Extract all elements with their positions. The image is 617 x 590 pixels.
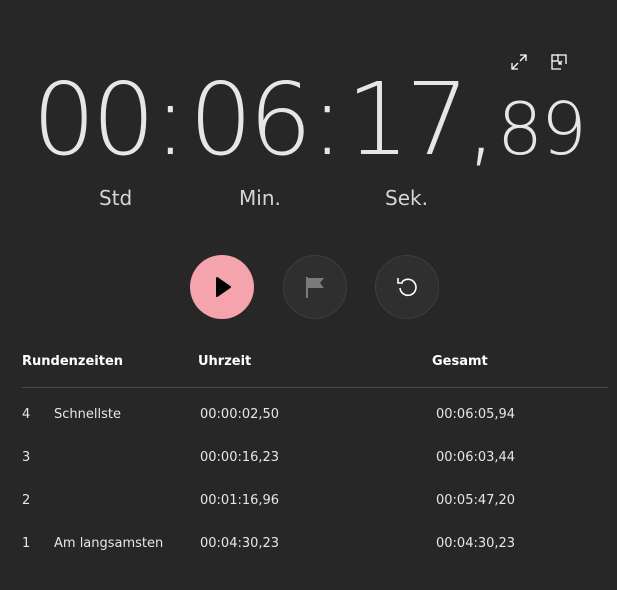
unit-labels: Std Min. Sek.: [0, 186, 617, 212]
expand-icon[interactable]: [509, 52, 529, 72]
lap-total: 00:06:03,44: [436, 450, 516, 465]
hours-value: 00: [32, 61, 155, 178]
time-separator: :: [310, 61, 345, 178]
table-row: 2 00:01:16,96 00:05:47,20: [22, 479, 608, 522]
lap-number: 2: [22, 493, 31, 508]
laps-table: Rundenzeiten Uhrzeit Gesamt 4 Schnellste…: [22, 345, 608, 565]
table-row: 4 Schnellste 00:00:02,50 00:06:05,94: [22, 393, 608, 436]
seconds-value: 17: [346, 61, 469, 178]
stopwatch-display: 00 : 06 : 17 , 89: [0, 70, 617, 170]
lap-number: 1: [22, 536, 31, 551]
lap-total: 00:05:47,20: [436, 493, 516, 508]
laps-column-header: Rundenzeiten: [22, 354, 124, 369]
lap-button[interactable]: [283, 255, 347, 319]
hundredths-value: 89: [497, 87, 587, 171]
lap-tag: Am langsamsten: [54, 536, 164, 551]
reset-button[interactable]: [375, 255, 439, 319]
decimal-separator: ,: [465, 61, 498, 178]
total-column-header: Gesamt: [432, 354, 488, 369]
stopwatch-controls: [0, 255, 617, 321]
laps-header: Rundenzeiten Uhrzeit Gesamt: [22, 345, 608, 388]
minutes-value: 06: [189, 61, 312, 178]
lap-total: 00:06:05,94: [436, 407, 516, 422]
window-controls: [509, 52, 569, 72]
compact-overlay-icon[interactable]: [549, 52, 569, 72]
lap-time: 00:01:16,96: [200, 493, 280, 508]
lap-number: 3: [22, 450, 31, 465]
minutes-unit-label: Min.: [239, 186, 281, 210]
flag-icon: [306, 277, 324, 298]
time-separator: :: [153, 61, 188, 178]
lap-time: 00:04:30,23: [200, 536, 280, 551]
reset-icon: [397, 278, 417, 297]
table-row: 1 Am langsamsten 00:04:30,23 00:04:30,23: [22, 522, 608, 565]
lap-time: 00:00:02,50: [200, 407, 280, 422]
seconds-unit-label: Sek.: [385, 186, 428, 210]
table-row: 3 00:00:16,23 00:06:03,44: [22, 436, 608, 479]
lap-time: 00:00:16,23: [200, 450, 280, 465]
lap-number: 4: [22, 407, 31, 422]
lap-total: 00:04:30,23: [436, 536, 516, 551]
play-icon: [216, 277, 231, 297]
start-button[interactable]: [190, 255, 254, 319]
time-column-header: Uhrzeit: [198, 354, 252, 369]
lap-tag: Schnellste: [54, 407, 121, 422]
hours-unit-label: Std: [99, 186, 133, 210]
